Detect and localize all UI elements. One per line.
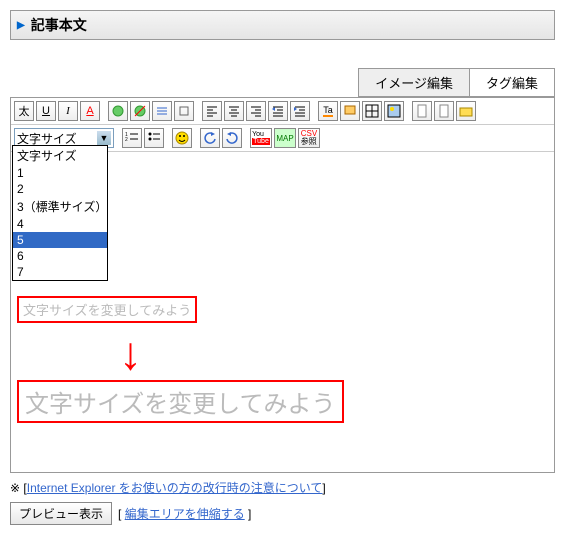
tab-tag-edit[interactable]: タグ編集: [469, 68, 555, 97]
toolbar-row-1: 太 U I A Ta: [11, 98, 554, 125]
youtube-button[interactable]: YouTube: [250, 128, 272, 148]
font-size-option[interactable]: 3（標準サイズ）: [13, 197, 107, 216]
svg-text:2: 2: [125, 137, 128, 143]
font-color-label: A: [86, 105, 93, 117]
undo-icon: [203, 131, 217, 145]
font-size-option[interactable]: 5: [13, 232, 107, 248]
link-button[interactable]: [108, 101, 128, 121]
toolbar-row-2: 文字サイズ ▼ 文字サイズ123（標準サイズ）4567 12 YouTube M…: [11, 125, 554, 152]
italic-button[interactable]: I: [58, 101, 78, 121]
expand-prefix: [: [118, 507, 125, 521]
sample-text-before: 文字サイズを変更してみよう: [17, 296, 197, 323]
image-button[interactable]: [384, 101, 404, 121]
bold-button[interactable]: 太: [14, 101, 34, 121]
indent-icon: [293, 104, 307, 118]
smiley-icon: [175, 131, 189, 145]
unordered-list-button[interactable]: [144, 128, 164, 148]
tcolor-label: Ta: [323, 105, 333, 117]
map-button[interactable]: MAP: [274, 128, 296, 148]
font-size-option[interactable]: 2: [13, 181, 107, 197]
font-color-button[interactable]: A: [80, 101, 100, 121]
outdent-icon: [271, 104, 285, 118]
table-icon: [365, 104, 379, 118]
ol-icon: 12: [125, 131, 139, 145]
hr-button[interactable]: [152, 101, 172, 121]
clear-icon: [177, 104, 191, 118]
file-icon: [415, 104, 429, 118]
clear-format-button[interactable]: [174, 101, 194, 121]
csv-button[interactable]: CSV参照: [298, 128, 320, 148]
font-size-value: 文字サイズ: [17, 130, 77, 147]
note-prefix: ※ [: [10, 481, 27, 495]
font-size-option[interactable]: 1: [13, 165, 107, 181]
editor: 太 U I A Ta 文字サイズ ▼ 文字サイズ123（標準サイズ）4567 1…: [10, 97, 555, 473]
text-color-button[interactable]: Ta: [318, 101, 338, 121]
font-size-option[interactable]: 4: [13, 216, 107, 232]
align-left-icon: [205, 104, 219, 118]
tab-image-edit[interactable]: イメージ編集: [358, 68, 470, 97]
section-header: ▶ 記事本文: [10, 10, 555, 40]
emoji-button[interactable]: [172, 128, 192, 148]
align-left-button[interactable]: [202, 101, 222, 121]
csv-label: CSV参照: [301, 130, 317, 146]
hr-icon: [155, 104, 169, 118]
ul-icon: [147, 131, 161, 145]
sample-text-after: 文字サイズを変更してみよう: [17, 380, 344, 423]
expand-wrap: [ 編集エリアを伸縮する ]: [118, 505, 251, 522]
note-suffix: ]: [322, 481, 325, 495]
footer-note: ※ [Internet Explorer をお使いの方の改行時の注意について]: [10, 479, 555, 496]
image-icon: [387, 104, 401, 118]
redo-button[interactable]: [222, 128, 242, 148]
file-icon: [437, 104, 451, 118]
file-button-1[interactable]: [412, 101, 432, 121]
table-button[interactable]: [362, 101, 382, 121]
align-right-button[interactable]: [246, 101, 266, 121]
undo-button[interactable]: [200, 128, 220, 148]
preview-button[interactable]: プレビュー表示: [10, 502, 112, 525]
unlink-button[interactable]: [130, 101, 150, 121]
align-right-icon: [249, 104, 263, 118]
globe-link-icon: [111, 104, 125, 118]
font-size-option[interactable]: 7: [13, 264, 107, 280]
bucket-icon: [343, 104, 357, 118]
font-size-option[interactable]: 文字サイズ: [13, 146, 107, 165]
expand-editor-link[interactable]: 編集エリアを伸縮する: [125, 507, 245, 521]
outdent-button[interactable]: [268, 101, 288, 121]
indent-button[interactable]: [290, 101, 310, 121]
font-size-dropdown[interactable]: 文字サイズ123（標準サイズ）4567: [12, 145, 108, 281]
align-center-icon: [227, 104, 241, 118]
underline-button[interactable]: U: [36, 101, 56, 121]
bg-color-button[interactable]: [340, 101, 360, 121]
font-size-option[interactable]: 6: [13, 248, 107, 264]
folder-button[interactable]: [456, 101, 476, 121]
folder-icon: [459, 104, 473, 118]
editor-tabs: イメージ編集 タグ編集: [10, 68, 555, 97]
ordered-list-button[interactable]: 12: [122, 128, 142, 148]
dropdown-arrow-icon: ▼: [97, 131, 111, 145]
section-title: 記事本文: [31, 15, 87, 35]
bullet-icon: ▶: [17, 20, 25, 31]
footer-actions: プレビュー表示 [ 編集エリアを伸縮する ]: [10, 502, 555, 525]
youtube-label: YouTube: [252, 131, 270, 145]
ie-note-link[interactable]: Internet Explorer をお使いの方の改行時の注意について: [27, 481, 323, 495]
globe-unlink-icon: [133, 104, 147, 118]
file-button-2[interactable]: [434, 101, 454, 121]
arrow-down-icon: ↓: [119, 330, 142, 376]
expand-suffix: ]: [245, 507, 252, 521]
redo-icon: [225, 131, 239, 145]
align-center-button[interactable]: [224, 101, 244, 121]
